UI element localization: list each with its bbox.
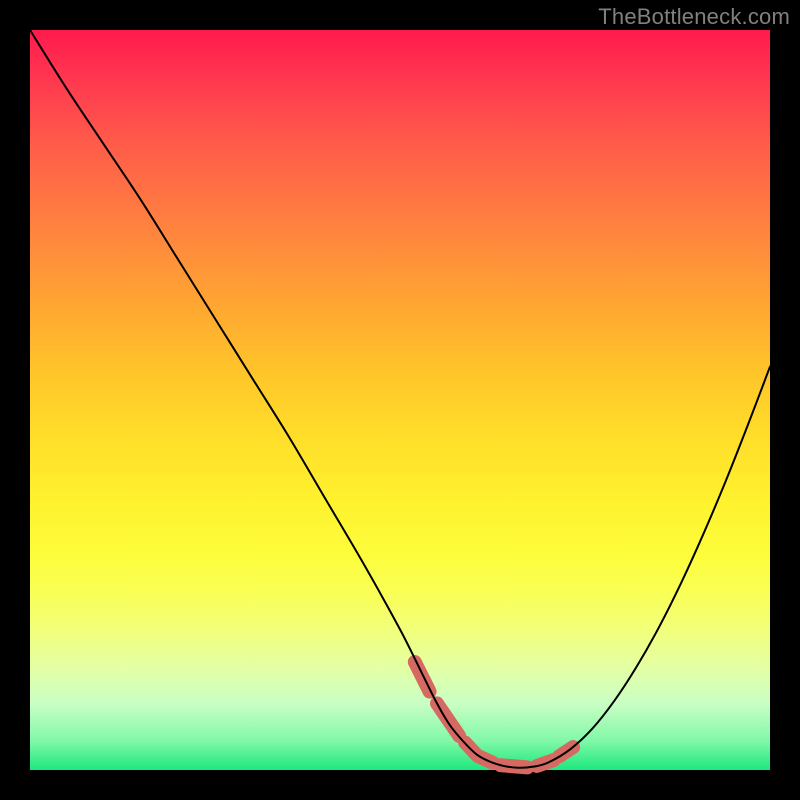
watermark-text: TheBottleneck.com: [598, 4, 790, 30]
chart-svg: [30, 30, 770, 770]
chart-plot-area: [30, 30, 770, 770]
curve-line: [30, 30, 770, 768]
marker-layer: [415, 662, 573, 767]
marker-segment: [415, 662, 430, 692]
